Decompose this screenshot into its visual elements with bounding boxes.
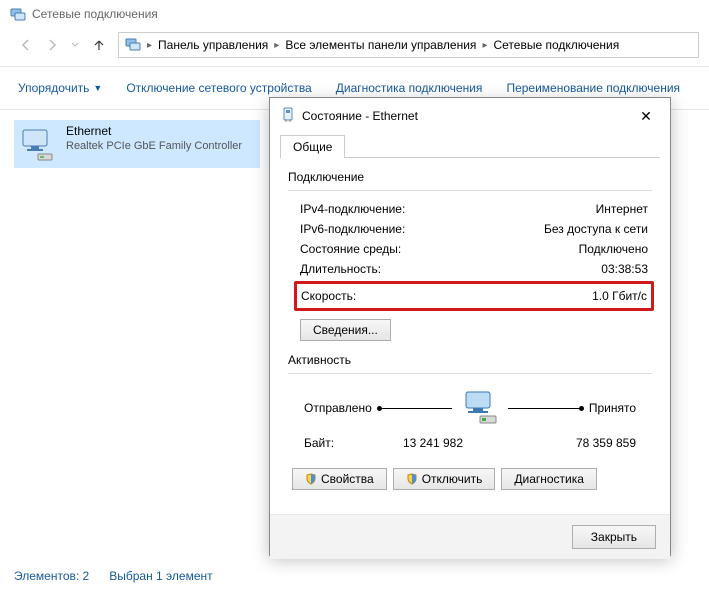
ethernet-status-icon [280,107,296,126]
status-dialog: Состояние - Ethernet ✕ Общие Подключение… [269,97,671,556]
navigation-bar: ▸ Панель управления ▸ Все элементы панел… [0,28,709,66]
media-state-label: Состояние среды: [300,242,401,256]
forward-button[interactable] [44,37,60,53]
dialog-titlebar[interactable]: Состояние - Ethernet ✕ [270,98,670,134]
sent-label: Отправлено [304,401,372,415]
connection-item-text: Ethernet Realtek PCIe GbE Family Control… [66,124,242,164]
chevron-right-icon: ▸ [147,40,152,51]
back-button[interactable] [18,37,34,53]
disable-device-button[interactable]: Отключение сетевого устройства [126,81,311,95]
speed-value: 1.0 Гбит/с [592,289,647,303]
connection-group: Подключение IPv4-подключение: Интернет IP… [288,170,652,345]
connection-group-title: Подключение [288,170,652,184]
shield-icon [305,473,317,485]
window-titlebar: Сетевые подключения [0,0,709,28]
properties-button[interactable]: Свойства [292,468,387,490]
item-count: Элементов: 2 [14,569,89,583]
diagnose-connection-button[interactable]: Диагностика подключения [336,81,483,95]
breadcrumb[interactable]: ▸ Панель управления ▸ Все элементы панел… [118,32,699,58]
ipv4-label: IPv4-подключение: [300,202,405,216]
network-connections-icon [125,36,141,55]
chevron-right-icon: ▸ [482,40,487,51]
ipv4-value: Интернет [596,202,648,216]
computer-network-icon [458,388,502,428]
network-connections-icon [10,6,26,22]
dialog-footer: Закрыть [270,514,670,559]
connection-adapter: Realtek PCIe GbE Family Controller [66,140,242,152]
breadcrumb-item[interactable]: Панель управления [158,38,268,52]
bytes-sent-value: 13 241 982 [364,436,463,450]
activity-group-title: Активность [288,353,652,367]
rename-connection-button[interactable]: Переименование подключения [506,81,680,95]
up-button[interactable] [90,36,108,54]
ipv6-value: Без доступа к сети [544,222,648,236]
speed-label: Скорость: [301,289,356,303]
ethernet-adapter-icon [18,124,58,164]
ipv6-label: IPv6-подключение: [300,222,405,236]
status-bar: Элементов: 2 Выбран 1 элемент [14,569,213,583]
bytes-label: Байт: [304,436,364,450]
activity-group: Активность Отправлено [288,353,652,494]
bytes-received-value: 78 359 859 [537,436,636,450]
dialog-tabs: Общие [280,134,660,158]
received-label: Принято [589,401,636,415]
organize-dropdown[interactable]: Упорядочить▼ [18,81,102,95]
diagnose-button[interactable]: Диагностика [501,468,597,490]
tab-general[interactable]: Общие [280,135,345,158]
window-title: Сетевые подключения [32,7,158,21]
breadcrumb-item[interactable]: Сетевые подключения [493,38,619,52]
duration-value: 03:38:53 [601,262,648,276]
selection-count: Выбран 1 элемент [109,569,212,583]
speed-highlight: Скорость: 1.0 Гбит/с [294,281,654,311]
shield-icon [406,473,418,485]
dialog-title: Состояние - Ethernet [302,109,626,123]
chevron-right-icon: ▸ [274,40,279,51]
breadcrumb-item[interactable]: Все элементы панели управления [285,38,476,52]
chevron-down-icon: ▼ [93,83,102,93]
connection-name: Ethernet [66,124,242,138]
close-button[interactable]: ✕ [632,106,660,126]
disable-button[interactable]: Отключить [393,468,496,490]
media-state-value: Подключено [579,242,648,256]
duration-label: Длительность: [300,262,381,276]
dialog-body: Подключение IPv4-подключение: Интернет IP… [270,158,670,514]
connection-item-ethernet[interactable]: Ethernet Realtek PCIe GbE Family Control… [14,120,260,168]
details-button[interactable]: Сведения... [300,319,391,341]
close-dialog-button[interactable]: Закрыть [572,525,656,549]
history-dropdown[interactable] [70,37,80,53]
